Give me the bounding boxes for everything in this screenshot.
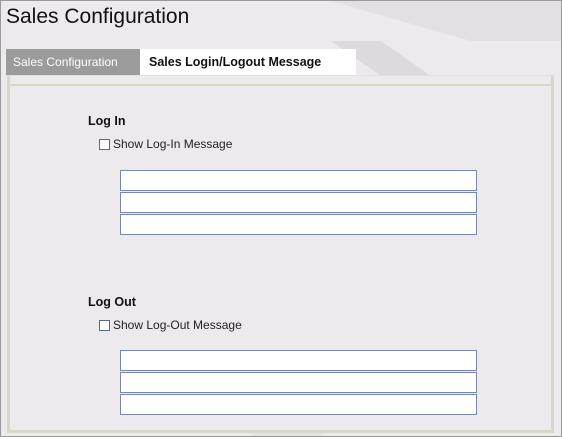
panel-bottom-border — [7, 430, 554, 433]
show-logout-message-label: Show Log-Out Message — [113, 318, 242, 332]
tab-sales-configuration[interactable]: Sales Configuration — [6, 49, 140, 75]
sales-configuration-window: Sales Configuration Sales Configuration … — [0, 0, 562, 437]
logout-message-line-2[interactable] — [120, 372, 477, 393]
logout-message-line-1[interactable] — [120, 350, 477, 371]
show-logout-message-checkbox[interactable] — [99, 319, 110, 331]
logout-heading: Log Out — [88, 295, 136, 309]
show-login-message-checkbox[interactable] — [99, 138, 110, 150]
panel-divider — [7, 84, 554, 86]
logout-message-line-3[interactable] — [120, 394, 477, 415]
tab-sales-login-logout-message[interactable]: Sales Login/Logout Message — [140, 49, 356, 75]
login-message-line-3[interactable] — [120, 214, 477, 235]
show-login-message-label: Show Log-In Message — [113, 137, 233, 151]
login-heading: Log In — [88, 114, 126, 128]
page-title: Sales Configuration — [6, 5, 190, 28]
login-message-line-1[interactable] — [120, 170, 477, 191]
show-logout-message-toggle[interactable]: Show Log-Out Message — [99, 318, 242, 332]
tab-bar: Sales Configuration Sales Login/Logout M… — [6, 49, 356, 75]
show-login-message-toggle[interactable]: Show Log-In Message — [99, 137, 232, 151]
login-message-line-2[interactable] — [120, 192, 477, 213]
